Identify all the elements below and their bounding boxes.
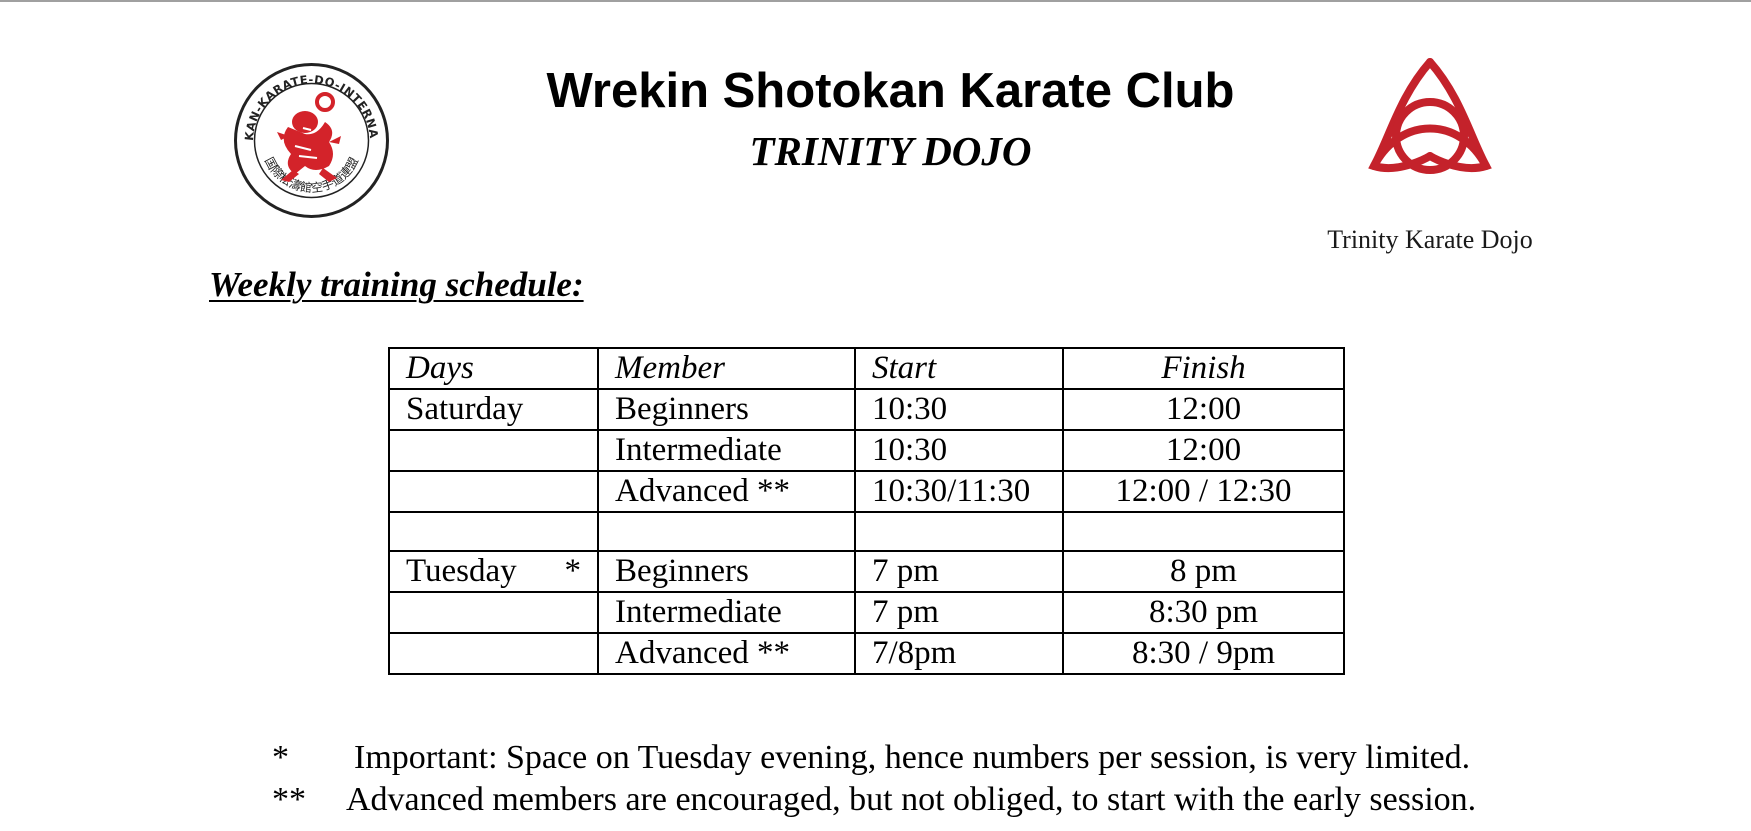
top-border — [0, 0, 1751, 2]
member-cell: Intermediate — [597, 429, 856, 472]
right-logo-caption: Trinity Karate Dojo — [1327, 225, 1533, 254]
member-cell — [597, 511, 856, 552]
start-cell — [854, 511, 1064, 552]
header-start: Start — [854, 347, 1064, 390]
day-cell — [388, 632, 599, 675]
day-mark: * — [564, 553, 582, 589]
header-finish: Finish — [1062, 347, 1345, 390]
finish-cell — [1062, 511, 1345, 552]
training-schedule-table: Days Member Start Finish Saturday Beginn… — [388, 347, 1345, 675]
member-cell: Beginners — [597, 550, 856, 593]
finish-cell: 12:00 / 12:30 — [1062, 470, 1345, 513]
table-row: Saturday Beginners 10:30 12:00 — [388, 388, 1345, 431]
day-label: Tuesday — [406, 553, 517, 589]
day-cell — [388, 429, 599, 472]
member-cell: Intermediate — [597, 591, 856, 634]
day-cell — [388, 591, 599, 634]
finish-cell: 8:30 pm — [1062, 591, 1345, 634]
member-cell: Advanced ** — [597, 632, 856, 675]
table-row: Tuesday * Beginners 7 pm 8 pm — [388, 550, 1345, 593]
day-cell — [388, 511, 599, 552]
footnote-mark: ** — [272, 781, 306, 818]
table-row: Intermediate 7 pm 8:30 pm — [388, 591, 1345, 634]
footnote-text: Advanced members are encouraged, but not… — [346, 781, 1477, 818]
start-cell: 7 pm — [854, 550, 1064, 593]
start-cell: 10:30/11:30 — [854, 470, 1064, 513]
day-cell: Saturday — [388, 388, 599, 431]
table-row: Advanced ** 10:30/11:30 12:00 / 12:30 — [388, 470, 1345, 513]
schedule-heading: Weekly training schedule: — [209, 265, 584, 304]
start-cell: 10:30 — [854, 388, 1064, 431]
start-cell: 7 pm — [854, 591, 1064, 634]
footnote-text: Important: Space on Tuesday evening, hen… — [354, 739, 1471, 776]
triquetra-knot-icon — [1360, 56, 1500, 186]
footnote-mark: * — [272, 739, 289, 776]
table-header-row: Days Member Start Finish — [388, 347, 1345, 390]
header-days: Days — [388, 347, 599, 390]
footnote-tuesday: * Important: Space on Tuesday evening, he… — [272, 738, 1470, 778]
finish-cell: 8 pm — [1062, 550, 1345, 593]
finish-cell: 12:00 — [1062, 388, 1345, 431]
day-cell — [388, 470, 599, 513]
member-cell: Beginners — [597, 388, 856, 431]
finish-cell: 12:00 — [1062, 429, 1345, 472]
table-row — [388, 511, 1345, 552]
header-member: Member — [597, 347, 856, 390]
day-cell: Tuesday * — [388, 550, 599, 593]
start-cell: 10:30 — [854, 429, 1064, 472]
start-cell: 7/8pm — [854, 632, 1064, 675]
table-row: Advanced ** 7/8pm 8:30 / 9pm — [388, 632, 1345, 675]
member-cell: Advanced ** — [597, 470, 856, 513]
table-row: Intermediate 10:30 12:00 — [388, 429, 1345, 472]
footnote-advanced: ** Advanced members are encouraged, but n… — [272, 780, 1476, 820]
day-label: Saturday — [406, 391, 524, 427]
finish-cell: 8:30 / 9pm — [1062, 632, 1345, 675]
